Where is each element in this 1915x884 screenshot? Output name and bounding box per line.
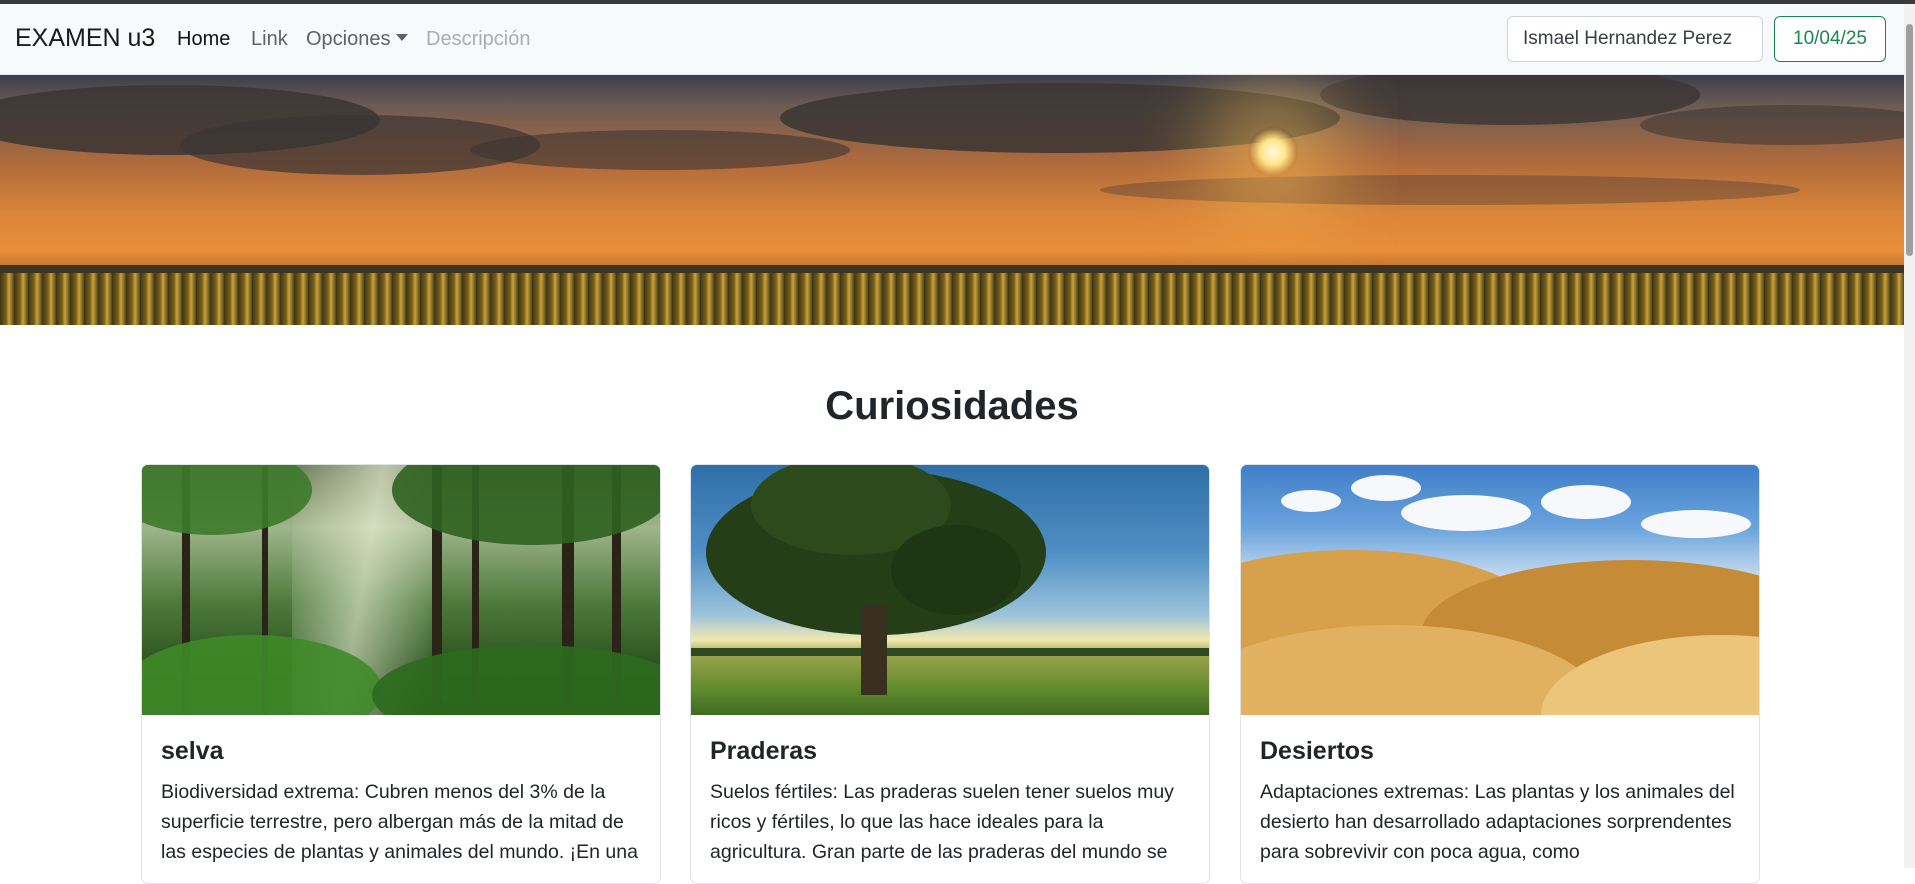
card-text: Suelos fértiles: Las praderas suelen ten… [710, 781, 1174, 863]
navbar: EXAMEN u3 Home Link Opciones Descripción… [0, 4, 1904, 75]
card-text: Adaptaciones extremas: Las plantas y los… [1260, 781, 1735, 863]
nav-link-link[interactable]: Link [251, 28, 288, 51]
card-praderas: Praderas Suelos fértiles: Las praderas s… [690, 464, 1210, 884]
sun [1248, 127, 1298, 177]
card-text: Biodiversidad extrema: Cubren menos del … [161, 781, 638, 863]
scrollbar-thumb[interactable] [1906, 24, 1913, 256]
card-title: Praderas [710, 737, 818, 765]
card-title: Desiertos [1260, 737, 1374, 765]
nav-link-descripcion: Descripción [426, 28, 531, 50]
caret-down-icon [395, 34, 408, 42]
hero-banner-image [0, 75, 1904, 325]
nav-dropdown-opciones[interactable]: Opciones [306, 28, 408, 51]
navbar-brand[interactable]: EXAMEN u3 [15, 24, 155, 53]
card-selva: selva Biodiversidad extrema: Cubren meno… [141, 464, 661, 884]
card-image-jungle [142, 465, 660, 715]
date-button[interactable]: 10/04/25 [1774, 16, 1886, 62]
card-desiertos: Desiertos Adaptaciones extremas: Las pla… [1240, 464, 1760, 884]
card-image-desert [1241, 465, 1759, 715]
section-title: Curiosidades [825, 384, 1079, 428]
page-scrollbar[interactable] [1904, 4, 1915, 868]
nav-link-home[interactable]: Home [177, 28, 230, 51]
card-image-prairie [691, 465, 1209, 715]
card-title: selva [161, 737, 224, 765]
nav-dropdown-label: Opciones [306, 28, 391, 50]
user-name-field[interactable] [1507, 16, 1763, 62]
